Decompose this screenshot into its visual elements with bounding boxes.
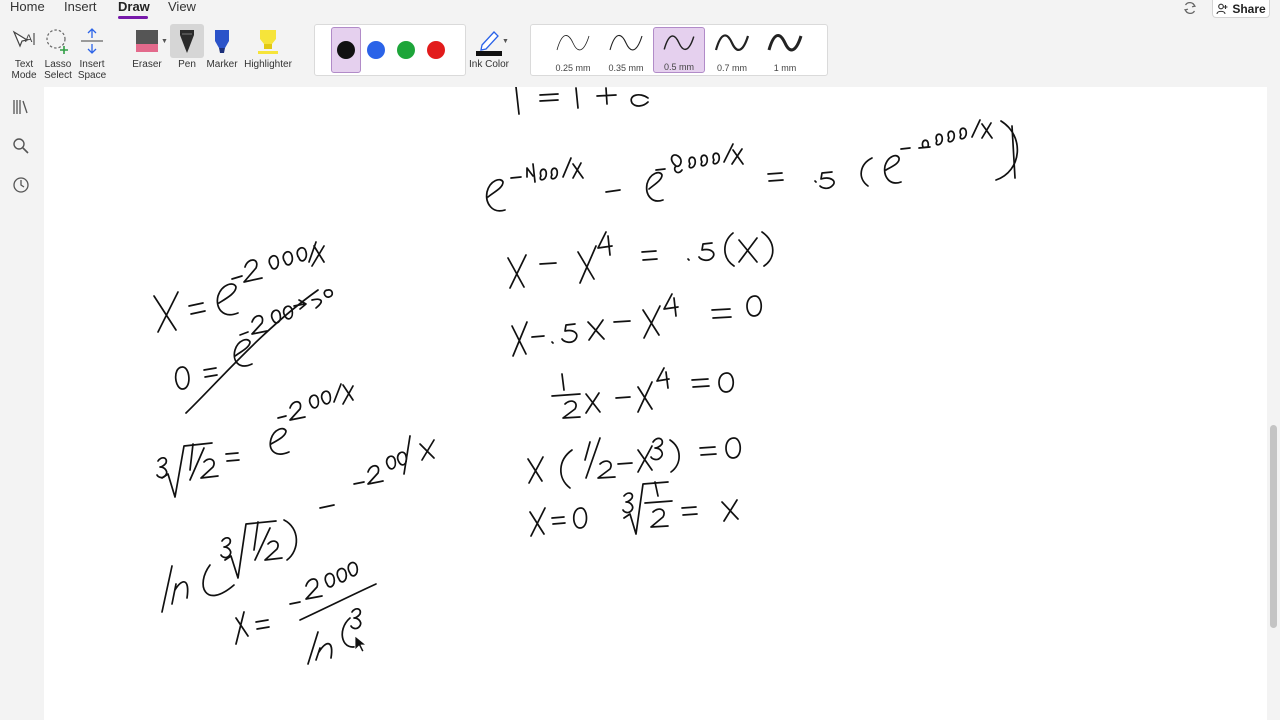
ink-left-1 <box>153 241 325 333</box>
menu-bar: Home Insert Draw View Share <box>0 0 1280 19</box>
ink-color-label: Ink Color <box>469 59 510 70</box>
stroke-sample-icon <box>714 34 750 51</box>
thickness-label: 0.25 mm <box>555 63 591 73</box>
pen-color-blue[interactable] <box>361 27 391 73</box>
scrollbar-thumb[interactable] <box>1270 425 1277 628</box>
marker-button[interactable]: Marker <box>205 24 239 70</box>
thickness-label: 0.35 mm <box>608 63 644 73</box>
thickness-0-7[interactable]: 0.7 mm <box>706 27 758 73</box>
ink-line-6 <box>529 481 739 537</box>
thickness-label: 1 mm <box>773 63 797 73</box>
tab-view[interactable]: View <box>168 0 196 14</box>
notebooks-icon[interactable] <box>11 97 31 117</box>
pen-color-red[interactable] <box>421 27 451 73</box>
highlighter-icon <box>258 30 278 54</box>
lasso-select-icon <box>46 29 68 54</box>
thickness-0-25[interactable]: 0.25 mm <box>547 27 599 73</box>
share-button[interactable]: Share <box>1212 0 1270 18</box>
active-tab-indicator <box>118 16 148 19</box>
stroke-sample-icon <box>663 35 695 51</box>
eraser-label: Eraser <box>132 59 162 70</box>
thickness-label: 0.7 mm <box>716 63 747 73</box>
insert-space-button[interactable]: Insert Space <box>76 24 108 81</box>
ink-line-1 <box>485 119 1019 212</box>
highlighter-button[interactable]: Highlighter <box>242 24 294 70</box>
tab-draw[interactable]: Draw <box>118 0 150 14</box>
lasso-select-label: Lasso Select <box>44 59 72 81</box>
color-swatch <box>337 41 355 59</box>
tab-home[interactable]: Home <box>10 0 45 14</box>
ink-color-button[interactable]: Ink Color <box>468 24 510 70</box>
eraser-button[interactable]: Eraser <box>128 24 166 70</box>
search-icon[interactable] <box>11 136 31 156</box>
thickness-1[interactable]: 1 mm <box>759 27 811 73</box>
sync-icon[interactable] <box>1181 0 1199 16</box>
draw-ribbon: A Text Mode Lasso Select Insert Space Er… <box>0 20 1280 86</box>
recent-icon[interactable] <box>11 175 31 195</box>
color-swatch <box>427 41 445 59</box>
thickness-0-35[interactable]: 0.35 mm <box>600 27 652 73</box>
color-swatch <box>397 41 415 59</box>
ink-color-dropdown-icon[interactable]: ▼ <box>502 38 509 45</box>
pen-button[interactable]: Pen <box>170 24 204 70</box>
ink-line-4 <box>551 367 735 419</box>
marker-icon <box>215 30 229 53</box>
pen-color-gallery <box>314 24 466 76</box>
pen-color-green[interactable] <box>391 27 421 73</box>
pen-label: Pen <box>178 59 196 70</box>
ink-line-2 <box>507 231 774 289</box>
stroke-sample-icon <box>609 35 643 51</box>
ink-line-5 <box>527 437 742 489</box>
onenote-window: Home Insert Draw View Share A Text Mode … <box>0 0 1280 720</box>
insert-space-label: Insert Space <box>77 59 107 81</box>
stroke-sample-icon <box>556 35 590 51</box>
pen-color-black[interactable] <box>331 27 361 73</box>
ink-left-4 <box>161 435 435 613</box>
page-canvas[interactable] <box>44 87 1267 720</box>
insert-space-icon <box>81 28 103 54</box>
text-mode-label: Text Mode <box>11 59 37 81</box>
lasso-select-button[interactable]: Lasso Select <box>42 24 74 81</box>
thickness-gallery: 0.25 mm 0.35 mm 0.5 mm 0.7 mm 1 mm <box>530 24 828 76</box>
ink-top-partial <box>515 87 649 115</box>
highlighter-label: Highlighter <box>244 59 292 70</box>
marker-label: Marker <box>206 59 238 70</box>
pen-cursor-icon <box>354 635 367 653</box>
svg-text:A: A <box>25 33 33 45</box>
ink-color-icon <box>476 31 502 56</box>
eraser-icon <box>136 30 158 52</box>
pen-icon <box>180 30 194 53</box>
ink-line-3 <box>511 293 763 357</box>
stroke-sample-icon <box>767 34 803 52</box>
thickness-0-5[interactable]: 0.5 mm <box>653 27 705 73</box>
ink-left-3 <box>156 383 354 498</box>
share-icon <box>1216 3 1228 14</box>
ink-layer[interactable] <box>44 87 1267 720</box>
ink-left-2 <box>174 289 334 414</box>
text-mode-button[interactable]: A Text Mode <box>6 24 42 81</box>
share-label: Share <box>1232 1 1266 16</box>
text-mode-icon: A <box>12 30 35 48</box>
color-swatch <box>367 41 385 59</box>
thickness-label: 0.5 mm <box>663 62 694 72</box>
tab-insert[interactable]: Insert <box>64 0 97 14</box>
eraser-dropdown-icon[interactable]: ▼ <box>161 38 168 45</box>
